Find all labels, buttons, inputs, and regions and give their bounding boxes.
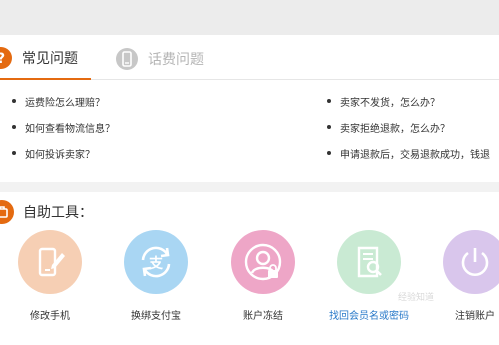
question-icon: ?: [0, 47, 12, 69]
tab-phone-fee-questions[interactable]: 话费问题: [116, 38, 204, 80]
section-divider: [0, 182, 499, 192]
user-lock-icon: [231, 230, 295, 294]
tool-rebind-alipay[interactable]: 支 换绑支付宝: [101, 230, 211, 322]
bullet-icon: [12, 99, 16, 103]
faq-item-text: 卖家拒绝退款，怎么办？: [340, 123, 450, 135]
bullet-icon: [327, 125, 331, 129]
faq-item[interactable]: 如何投诉卖家？: [12, 140, 115, 166]
tool-label: 找回会员名或密码: [329, 311, 409, 322]
faq-list-right: 卖家不发货，怎么办？ 卖家拒绝退款，怎么办？ 申请退款后，交易退款成功，钱退: [327, 88, 490, 166]
tool-label: 注销账户: [455, 311, 495, 322]
phone-icon: [116, 48, 138, 70]
tab-common-questions[interactable]: ? 常见问题: [0, 38, 91, 80]
tool-freeze-account[interactable]: 账户冻结: [208, 230, 318, 322]
toolbox-icon: [0, 200, 14, 224]
tools-title: 自助工具：: [23, 205, 93, 221]
bullet-icon: [12, 125, 16, 129]
self-service-tools-heading: 自助工具：: [0, 200, 93, 224]
faq-item-text: 卖家不发货，怎么办？: [340, 97, 440, 109]
faq-item-text: 如何查看物流信息？: [25, 123, 115, 135]
tool-label: 修改手机: [30, 311, 70, 322]
bullet-icon: [327, 99, 331, 103]
tool-close-account[interactable]: 注销账户: [420, 230, 499, 322]
tool-label: 换绑支付宝: [131, 311, 181, 322]
bullet-icon: [327, 151, 331, 155]
tool-change-phone[interactable]: 修改手机: [0, 230, 105, 322]
tab-label: 话费问题: [148, 52, 204, 68]
svg-text:支: 支: [148, 255, 164, 272]
faq-item[interactable]: 卖家拒绝退款，怎么办？: [327, 114, 490, 140]
faq-item[interactable]: 申请退款后，交易退款成功，钱退: [327, 140, 490, 166]
faq-list-left: 运费险怎么理赔？ 如何查看物流信息？ 如何投诉卖家？: [12, 88, 115, 166]
power-icon: [443, 230, 499, 294]
tool-label: 账户冻结: [243, 311, 283, 322]
faq-item-text: 运费险怎么理赔？: [25, 97, 105, 109]
tool-recover-credentials[interactable]: 找回会员名或密码: [314, 230, 424, 322]
alipay-exchange-icon: 支: [124, 230, 188, 294]
top-banner: [0, 0, 499, 35]
faq-item[interactable]: 运费险怎么理赔？: [12, 88, 115, 114]
phone-edit-icon: [18, 230, 82, 294]
tab-bar: ? 常见问题 话费问题: [0, 38, 499, 80]
faq-item-text: 申请退款后，交易退款成功，钱退: [340, 149, 490, 161]
faq-item[interactable]: 如何查看物流信息？: [12, 114, 115, 140]
bullet-icon: [12, 151, 16, 155]
svg-text:?: ?: [0, 51, 5, 67]
document-search-icon: [337, 230, 401, 294]
watermark: 经验知道: [398, 293, 435, 303]
faq-item-text: 如何投诉卖家？: [25, 149, 95, 161]
faq-item[interactable]: 卖家不发货，怎么办？: [327, 88, 490, 114]
tab-label: 常见问题: [22, 51, 78, 67]
